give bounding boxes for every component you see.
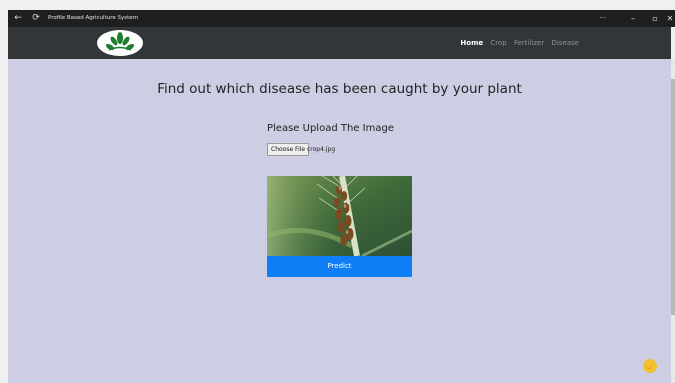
scrollbar-thumb[interactable]	[671, 79, 675, 315]
more-options-icon[interactable]: ···	[596, 10, 610, 27]
nav-crop-link[interactable]: Crop	[490, 39, 506, 47]
window-title: Profile Based Agriculture System	[48, 15, 138, 21]
navbar: Home Crop Fertilizer Disease	[8, 27, 671, 59]
minimize-button[interactable]: –	[626, 10, 640, 27]
nav-links: Home Crop Fertilizer Disease	[455, 27, 579, 59]
back-arrow-icon[interactable]: ←	[12, 10, 24, 27]
page-heading: Find out which disease has been caught b…	[157, 81, 522, 97]
leaf-logo-icon[interactable]	[97, 30, 143, 56]
nav-disease-link[interactable]: Disease	[551, 39, 579, 47]
reload-icon[interactable]: ⟳	[30, 10, 42, 27]
window-titlebar: ← ⟳ Profile Based Agriculture System ···…	[8, 10, 675, 27]
predict-button[interactable]: Predict	[267, 256, 412, 277]
choose-file-button[interactable]: Choose File	[267, 143, 310, 156]
nav-home-link[interactable]: Home	[460, 39, 483, 47]
maximize-button[interactable]: ▫	[648, 10, 662, 27]
selected-file-name: crop4.jpg	[307, 146, 336, 153]
upload-label: Please Upload The Image	[267, 123, 394, 134]
chat-bot-icon[interactable]: ◡	[643, 359, 657, 373]
uploaded-plant-image	[267, 176, 412, 256]
scrollbar[interactable]	[671, 59, 675, 383]
smiley-face-icon: ◡	[646, 363, 652, 370]
main-content: Find out which disease has been caught b…	[8, 59, 671, 383]
nav-fertilizer-link[interactable]: Fertilizer	[514, 39, 544, 47]
close-button[interactable]: ✕	[665, 10, 675, 27]
